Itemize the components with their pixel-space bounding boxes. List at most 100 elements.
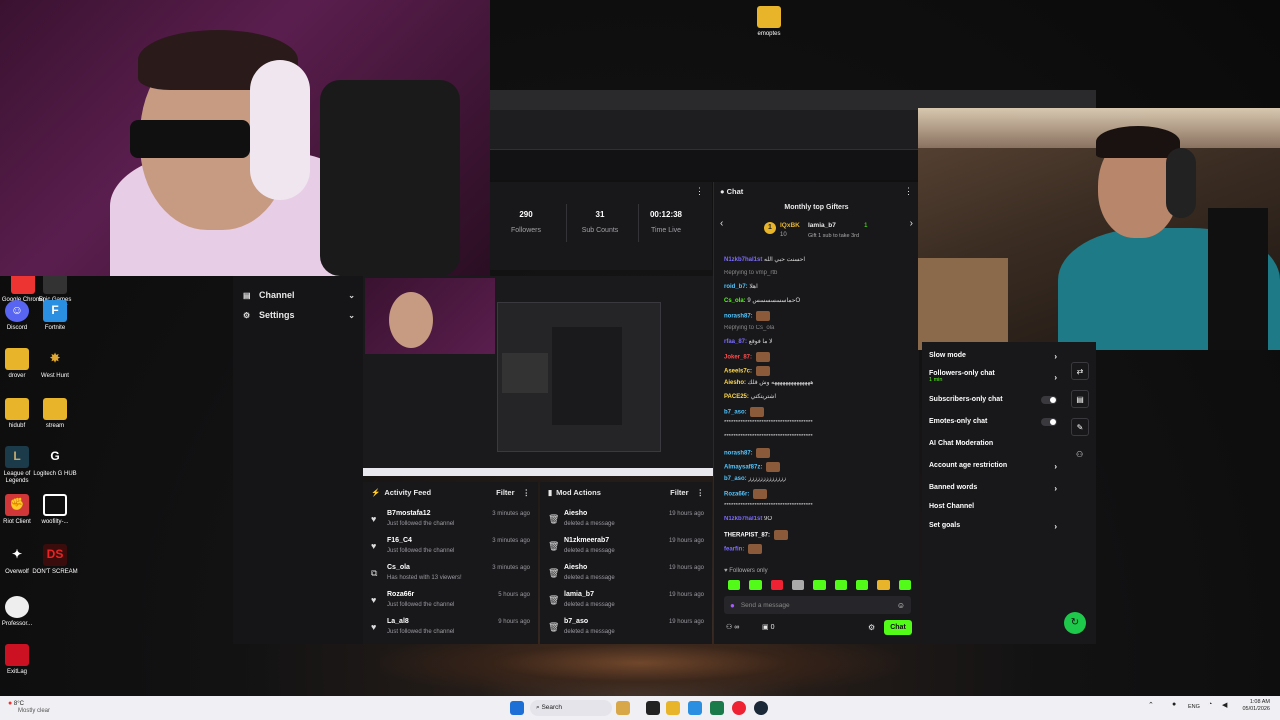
chat-username[interactable]: Roza66r: <box>724 491 751 497</box>
mod-setting-emotes-only[interactable]: Emotes-only chat <box>929 418 1057 426</box>
chat-username[interactable]: PACE25: <box>724 394 751 400</box>
sidebar-item-channel[interactable]: ▤ Channel ⌄ <box>243 290 355 300</box>
chat-emote <box>756 310 771 321</box>
chat-text: حماسسسسسس 9O <box>747 298 801 305</box>
stream-preview[interactable] <box>363 276 713 476</box>
weather-widget[interactable]: ● 8°C Mostly clear <box>8 700 50 714</box>
taskbar-search[interactable]: ⌕ Search <box>530 700 612 716</box>
volume-icon[interactable]: ◀ <box>1222 701 1227 709</box>
windows-start-icon[interactable] <box>510 701 524 715</box>
desktop-icon-west-hunt[interactable]: ✸ West Hunt <box>32 348 78 380</box>
mod-setting-slow-mode[interactable]: Slow mode › <box>929 352 1057 361</box>
chat-username[interactable]: b7_aso: <box>724 409 748 415</box>
desktop-icon-emoptes[interactable]: emoptes <box>746 6 792 38</box>
chat-username[interactable]: Almaysaf87z: <box>724 464 764 470</box>
chevron-left-icon[interactable]: ‹ <box>720 218 723 229</box>
users-icon[interactable]: ⚇ ∞ <box>726 623 739 631</box>
app-icon[interactable] <box>710 701 724 715</box>
emoji-icon[interactable]: ☺ <box>897 601 905 610</box>
chat-username[interactable]: norash87: <box>724 450 754 456</box>
dont-scream-icon: DS <box>43 544 67 566</box>
chat-message: PACE25: اشتريتكتي <box>724 393 913 400</box>
language-indicator[interactable]: ENG <box>1188 704 1200 710</box>
emote[interactable] <box>855 580 869 590</box>
mod-setting-subscribers-only[interactable]: Subscribers-only chat <box>929 396 1057 404</box>
mod-action-row: 🗑 Aiesho deleted a message 19 hours ago <box>548 564 704 581</box>
emote[interactable] <box>791 580 805 590</box>
chat-input[interactable]: ● Send a message ☺ <box>724 596 911 614</box>
desktop-icon-exitlag[interactable]: ExitLag <box>0 644 40 676</box>
users-icon[interactable]: ⚇ <box>1076 450 1083 459</box>
desktop-icon-stream[interactable]: stream <box>32 398 78 430</box>
more-icon[interactable]: ⋮ <box>697 488 705 497</box>
chat-username[interactable]: Aiesho: <box>724 380 748 386</box>
more-icon[interactable]: ⋮ <box>904 186 913 197</box>
mod-setting-host-channel[interactable]: Host Channel <box>929 503 1057 510</box>
mod-setting-followers-only[interactable]: Followers-only chat › 1 min <box>929 370 1057 383</box>
emote[interactable] <box>770 580 783 590</box>
trash-icon: 🗑 <box>548 568 560 578</box>
toggle-switch[interactable] <box>1041 418 1057 426</box>
emote[interactable] <box>877 580 890 590</box>
steam-icon[interactable] <box>754 701 768 715</box>
chat-username[interactable]: norash87: <box>724 313 754 319</box>
chat-username[interactable]: b7_aso: <box>724 476 748 482</box>
help-button[interactable]: ↻ <box>1064 612 1086 634</box>
more-icon[interactable]: ⋮ <box>695 186 704 197</box>
file-explorer-icon[interactable] <box>666 701 680 715</box>
emote[interactable] <box>834 580 847 590</box>
chat-message: N1zkb7hal1st احسنت حبي الله <box>724 256 913 263</box>
desktop-icon-fortnite[interactable]: F Fortnite <box>32 300 78 332</box>
mic-icon[interactable]: ● <box>1172 701 1176 708</box>
activity-filter-button[interactable]: Filter <box>496 488 514 497</box>
chat-username[interactable]: roid_b7: <box>724 284 749 290</box>
chevron-right-icon[interactable]: › <box>910 218 913 229</box>
heart-icon: ♥ <box>371 514 377 524</box>
chat-username[interactable]: THERAPIST_87: <box>724 533 772 539</box>
toggle-switch[interactable] <box>1041 396 1057 404</box>
gear-icon[interactable]: ⚙ <box>868 623 875 632</box>
chat-send-button[interactable]: Chat <box>884 620 912 635</box>
chat-username[interactable]: Joker_87: <box>724 354 754 360</box>
edge-icon[interactable] <box>688 701 702 715</box>
clock[interactable]: 1:08 AM 05/01/2026 <box>1242 699 1270 713</box>
chat-username[interactable]: rfaa_87: <box>724 339 749 345</box>
chat-message: Almaysaf87z: <box>724 461 913 472</box>
activity-row: ♥ B7mostafa12 Just followed the channel … <box>371 510 530 527</box>
wrench-icon[interactable]: ✎ <box>1071 418 1089 436</box>
chat-emote <box>773 530 788 540</box>
mod-tool-button[interactable]: ▤ <box>1071 390 1089 408</box>
mod-setting-ai-moderation[interactable]: AI Chat Moderation <box>929 440 1057 447</box>
task-view-icon[interactable] <box>646 701 660 715</box>
more-icon[interactable]: ⋮ <box>523 488 531 497</box>
chevron-up-icon[interactable]: ⌃ <box>1148 701 1154 709</box>
desktop-icon-logitech[interactable]: G Logitech G HUB <box>32 446 78 478</box>
mod-filter-button[interactable]: Filter <box>670 488 688 497</box>
stat-time-live: 00:12:38 Time Live <box>649 210 683 234</box>
chrome-icon[interactable] <box>732 701 746 715</box>
mod-setting-banned-words[interactable]: Banned words › <box>929 484 1057 493</box>
emote[interactable] <box>728 580 741 590</box>
mod-setting-set-goals[interactable]: Set goals › <box>929 522 1057 531</box>
chat-username[interactable]: Aseels7c: <box>724 368 754 374</box>
gifter-name: IQxBK <box>780 222 800 229</box>
chair <box>320 80 460 276</box>
search-icon: ⌕ <box>536 704 540 711</box>
emote[interactable] <box>749 580 762 590</box>
sidebar-item-settings[interactable]: ⚙ Settings ⌄ <box>243 310 355 320</box>
chat-username[interactable]: N1zkb7hal1st <box>724 257 764 263</box>
chat-username[interactable]: N1zkb7hal1st <box>724 516 764 522</box>
trash-icon: 🗑 <box>548 622 560 632</box>
emote[interactable] <box>898 580 911 590</box>
desktop-icon-professor[interactable]: Professor... <box>0 596 40 628</box>
chat-message: norash87: <box>724 447 913 458</box>
desktop-icon-wootility[interactable]: woofilty-... <box>32 494 78 526</box>
desktop-icon-dont-scream[interactable]: DS DON'T SCREAM <box>32 544 78 576</box>
wifi-icon[interactable]: ◔ <box>1208 701 1212 708</box>
chat-username[interactable]: fearfin: <box>724 546 746 552</box>
sword-icon: ▮ <box>548 487 553 497</box>
mod-setting-account-age[interactable]: Account age restriction › <box>929 462 1057 471</box>
mod-tool-button[interactable]: ⇄ <box>1071 362 1089 380</box>
chat-username[interactable]: Cs_ola: <box>724 298 747 304</box>
emote[interactable] <box>813 580 826 590</box>
